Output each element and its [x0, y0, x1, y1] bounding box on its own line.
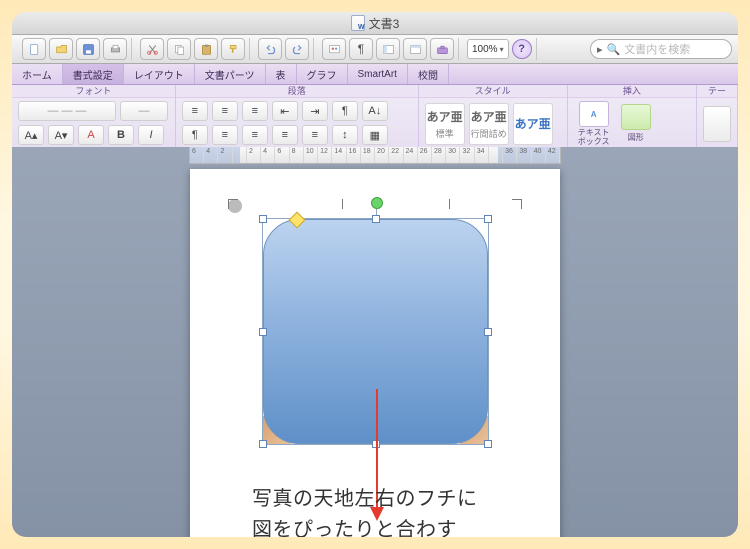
sidebar-button[interactable] [376, 38, 400, 60]
ribbon: フォント — — — — A▴ A▾ A B I U abc A² A A 段落 [12, 85, 738, 151]
resize-handle-n[interactable] [372, 215, 380, 223]
show-marks-button[interactable]: ¶ [182, 125, 208, 145]
resize-handle-sw[interactable] [259, 440, 267, 448]
tab-home[interactable]: ホーム [12, 64, 63, 84]
align-right-button[interactable]: ≡ [272, 125, 298, 145]
format-painter-button[interactable] [221, 38, 245, 60]
document-name: 文書3 [369, 15, 400, 32]
style-normal[interactable]: あア亜標準 [425, 103, 465, 145]
align-center-button[interactable]: ≡ [242, 125, 268, 145]
sort-button[interactable]: A↓ [362, 101, 388, 121]
tab-table[interactable]: 表 [266, 64, 297, 84]
open-button[interactable] [49, 38, 73, 60]
ribbon-section-theme: テー [697, 85, 738, 150]
standard-toolbar: ¶ 100% ▾ ? ▸ 🔍 文書内を検索 [12, 35, 738, 64]
zoom-value: 100% [472, 44, 498, 55]
chevron-down-icon: ▸ [597, 43, 603, 56]
annotation-caption: 写真の天地左右のフチに 図をぴったりと合わす [252, 484, 478, 537]
indent-button[interactable]: ⇥ [302, 101, 328, 121]
italic-button[interactable]: I [138, 125, 164, 145]
style-nospacing[interactable]: あア亜行間詰め [469, 103, 509, 145]
ribbon-section-insert: 挿入 Aテキスト ボックス 図形 図 [568, 85, 697, 150]
bullets-button[interactable]: ≡ [182, 101, 208, 121]
resize-handle-w[interactable] [259, 328, 267, 336]
shrink-font-button[interactable]: A▾ [48, 125, 74, 145]
zoom-combo[interactable]: 100% ▾ [467, 39, 509, 59]
ltr-button[interactable]: ¶ [332, 101, 358, 121]
selected-shape[interactable] [263, 219, 488, 444]
resize-handle-nw[interactable] [259, 215, 267, 223]
search-placeholder: 文書内を検索 [624, 41, 690, 57]
themes-button[interactable] [703, 106, 731, 142]
multilevel-button[interactable]: ≡ [242, 101, 268, 121]
horizontal-ruler[interactable]: 6422468101214161820222426283032343638404… [189, 147, 561, 164]
line-spacing-button[interactable]: ↕ [332, 125, 358, 145]
resize-handle-ne[interactable] [484, 215, 492, 223]
search-field[interactable]: ▸ 🔍 文書内を検索 [590, 39, 732, 59]
font-size-combo[interactable]: — [120, 101, 168, 121]
redo-button[interactable] [285, 38, 309, 60]
titlebar: 文書3 [12, 12, 738, 35]
outdent-button[interactable]: ⇤ [272, 101, 298, 121]
document-title: 文書3 [12, 15, 738, 32]
rotate-handle[interactable] [371, 197, 383, 209]
search-icon: 🔍 [607, 43, 621, 56]
show-hide-button[interactable]: ¶ [349, 38, 373, 60]
margin-mark [342, 199, 343, 209]
gallery-button[interactable] [403, 38, 427, 60]
bold-button[interactable]: B [108, 125, 134, 145]
copy-button[interactable] [167, 38, 191, 60]
resize-handle-se[interactable] [484, 440, 492, 448]
media-browser-button[interactable] [322, 38, 346, 60]
margin-mark-tr [508, 199, 522, 213]
tab-document-parts[interactable]: 文書パーツ [195, 64, 266, 84]
save-button[interactable] [76, 38, 100, 60]
tab-layout[interactable]: レイアウト [124, 64, 195, 84]
grow-font-button[interactable]: A▴ [18, 125, 44, 145]
margin-mark [449, 199, 450, 209]
numbering-button[interactable]: ≡ [212, 101, 238, 121]
ribbon-section-style: スタイル あア亜標準 あア亜行間詰め あア亜 [419, 85, 568, 150]
resize-handle-e[interactable] [484, 328, 492, 336]
help-button[interactable]: ? [512, 39, 532, 59]
chevron-down-icon: ▾ [500, 45, 504, 54]
paste-button[interactable] [194, 38, 218, 60]
justify-button[interactable]: ≡ [302, 125, 328, 145]
cut-button[interactable] [140, 38, 164, 60]
tab-review[interactable]: 校閲 [408, 64, 449, 84]
print-button[interactable] [103, 38, 127, 60]
tab-chart[interactable]: グラフ [297, 64, 348, 84]
shading-button[interactable]: ▦ [362, 125, 388, 145]
ribbon-section-paragraph: 段落 ≡ ≡ ≡ ⇤ ⇥ ¶ A↓ ¶ ≡ ≡ ≡ ≡ ↕ ▦ ▭ [176, 85, 419, 150]
tab-format[interactable]: 書式設定 [63, 64, 124, 84]
tab-smartart[interactable]: SmartArt [348, 64, 408, 84]
font-family-combo[interactable]: — — — [18, 101, 116, 121]
document-page[interactable]: 写真の天地左右のフチに 図をぴったりと合わす [190, 169, 560, 537]
ribbon-section-font: フォント — — — — A▴ A▾ A B I U abc A² A A [12, 85, 176, 150]
align-left-button[interactable]: ≡ [212, 125, 238, 145]
insert-shape-button[interactable]: 図形 [616, 104, 656, 143]
toolbox-button[interactable] [430, 38, 454, 60]
insert-textbox-button[interactable]: Aテキスト ボックス [574, 101, 614, 147]
document-workspace[interactable]: 6422468101214161820222426283032343638404… [12, 147, 738, 537]
undo-button[interactable] [258, 38, 282, 60]
clear-format-button[interactable]: A [78, 125, 104, 145]
new-doc-button[interactable] [22, 38, 46, 60]
word-window: 文書3 ¶ [12, 12, 738, 537]
style-heading1[interactable]: あア亜 [513, 103, 553, 145]
word-doc-icon [351, 15, 365, 31]
toolbox-tabs: ホーム 書式設定 レイアウト 文書パーツ 表 グラフ SmartArt 校閲 [12, 64, 738, 85]
margin-mark-tl [228, 199, 242, 213]
